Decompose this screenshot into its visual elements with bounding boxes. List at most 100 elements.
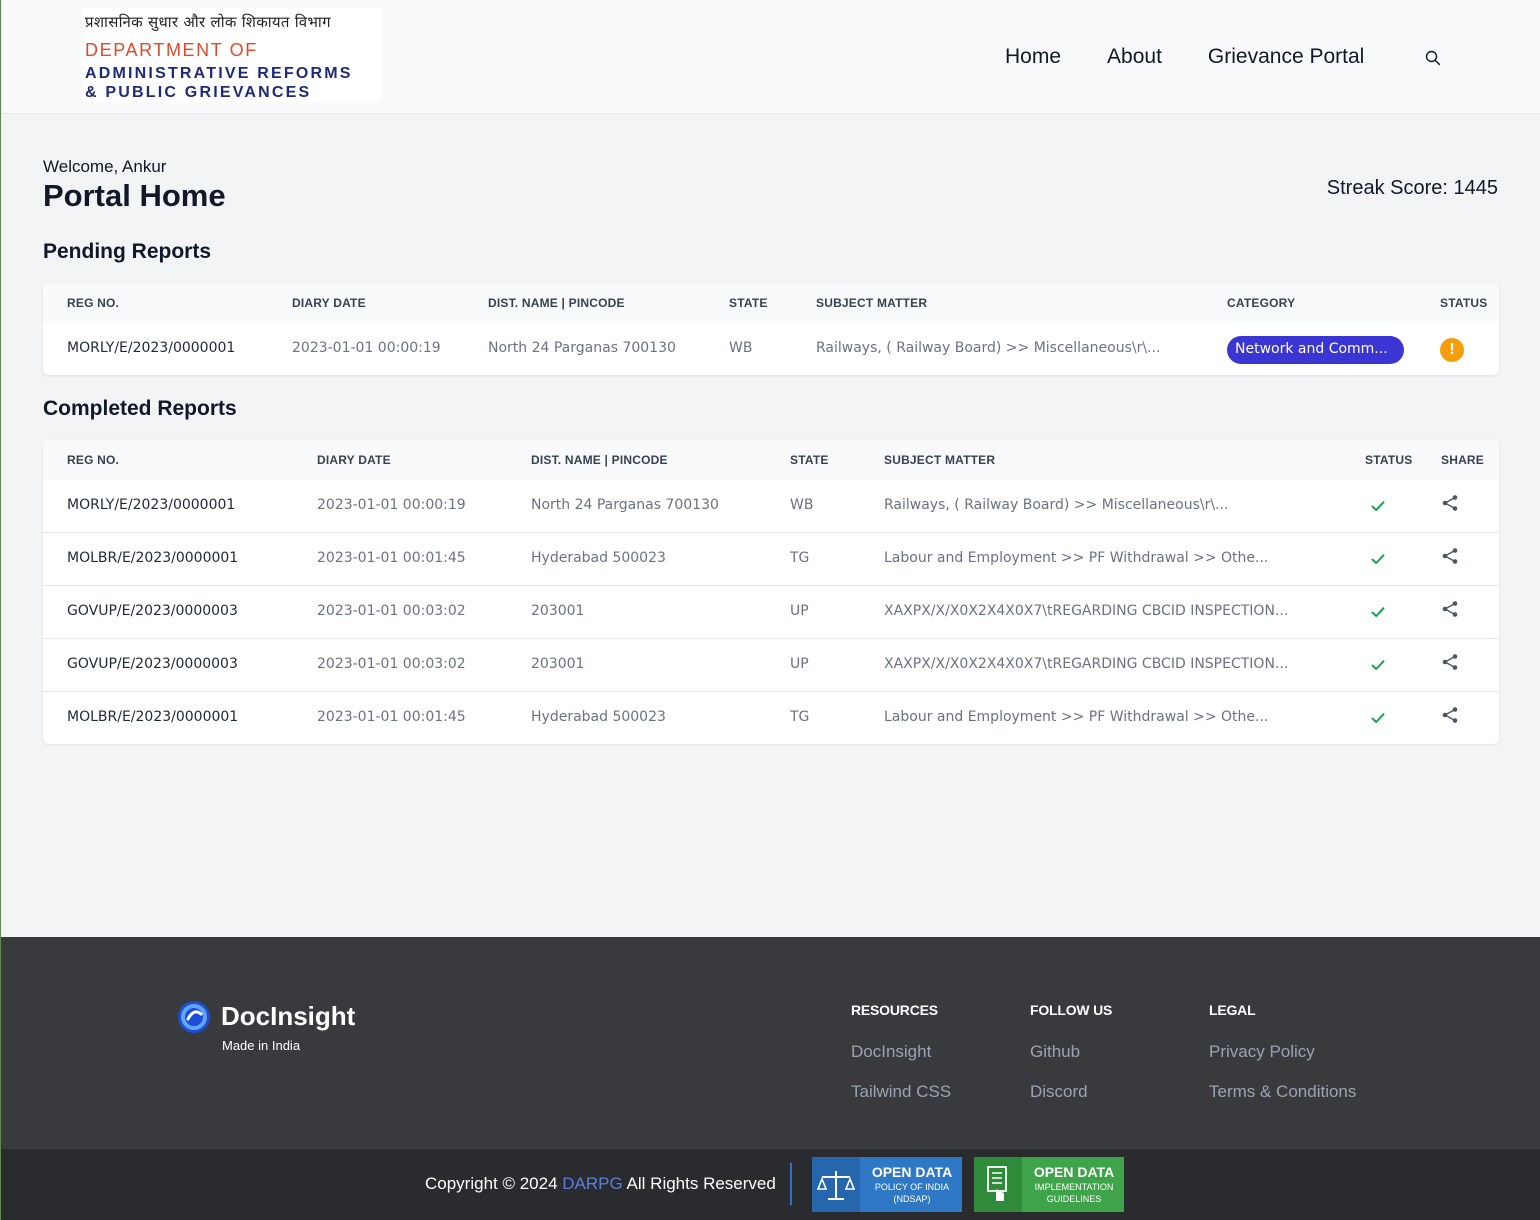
share-icon[interactable]: [1441, 494, 1459, 512]
column-header: STATUS: [1365, 453, 1413, 467]
reg-no: MORLY/E/2023/0000001: [67, 340, 236, 356]
badge-subtitle: POLICY OF INDIA: [874, 1182, 950, 1192]
subject-matter: Railways, ( Railway Board) >> Miscellane…: [884, 497, 1229, 513]
diary-date: 2023-01-01 00:01:45: [317, 709, 466, 725]
footer-column-resources: RESOURCES DocInsight Tailwind CSS: [851, 1002, 951, 1122]
scales-icon: [812, 1157, 860, 1212]
footer-column-follow-us: FOLLOW US Github Discord: [1030, 1002, 1112, 1122]
column-header: SUBJECT MATTER: [816, 296, 928, 310]
reg-no: GOVUP/E/2023/0000003: [67, 603, 238, 619]
column-header: SUBJECT MATTER: [884, 453, 996, 467]
reg-no: GOVUP/E/2023/0000003: [67, 656, 238, 672]
pending-reports-table: REG NO. DIARY DATE DIST. NAME | PINCODE …: [43, 283, 1499, 375]
copyright-org-link[interactable]: DARPG: [562, 1174, 622, 1193]
footer-link-discord[interactable]: Discord: [1030, 1082, 1112, 1102]
search-icon[interactable]: [1425, 50, 1441, 66]
nav-home[interactable]: Home: [1005, 45, 1061, 69]
page-title: Portal Home: [43, 178, 226, 213]
column-header: CATEGORY: [1227, 296, 1296, 310]
completed-reports-title: Completed Reports: [43, 397, 237, 420]
column-header: STATE: [790, 453, 829, 467]
footer-column-legal: LEGAL Privacy Policy Terms & Conditions: [1209, 1002, 1356, 1122]
diary-date: 2023-01-01 00:00:19: [292, 340, 441, 356]
reg-no: MOLBR/E/2023/0000001: [67, 550, 239, 566]
logo-hindi-text: प्रशासनिक सुधार और लोक शिकायत विभाग: [85, 13, 331, 31]
brand-name[interactable]: DocInsight: [221, 1001, 355, 1032]
table-row[interactable]: MOLBR/E/2023/0000001 2023-01-01 00:01:45…: [43, 692, 1499, 745]
footer-link-tailwind[interactable]: Tailwind CSS: [851, 1082, 951, 1102]
badge-subtitle: GUIDELINES: [1046, 1194, 1102, 1204]
divider: [790, 1163, 792, 1205]
share-icon[interactable]: [1441, 706, 1459, 724]
dist-pincode: Hyderabad 500023: [531, 709, 666, 725]
state: TG: [790, 709, 810, 725]
brand-tagline: Made in India: [222, 1038, 301, 1053]
reg-no: MORLY/E/2023/0000001: [67, 497, 236, 513]
footer-link-terms[interactable]: Terms & Conditions: [1209, 1082, 1356, 1102]
table-row[interactable]: MOLBR/E/2023/0000001 2023-01-01 00:01:45…: [43, 533, 1499, 586]
table-row[interactable]: MORLY/E/2023/0000001 2023-01-01 00:00:19…: [43, 323, 1499, 376]
subject-matter: XAXPX/X/X0X2X4X0X7\tREGARDING CBCID INSP…: [884, 656, 1289, 672]
check-icon: [1371, 554, 1385, 564]
column-header: STATE: [729, 296, 768, 310]
completed-reports-table: REG NO. DIARY DATE DIST. NAME | PINCODE …: [43, 440, 1499, 744]
copyright-suffix: All Rights Reserved: [626, 1174, 776, 1193]
state: UP: [790, 656, 809, 672]
open-data-policy-badge[interactable]: OPEN DATA POLICY OF INDIA (NDSAP): [812, 1157, 962, 1212]
dist-pincode: North 24 Parganas 700130: [531, 497, 719, 513]
state: WB: [790, 497, 814, 513]
badge-subtitle: (NDSAP): [893, 1194, 931, 1204]
logo-line-1: DEPARTMENT OF: [85, 40, 258, 60]
footer-link-github[interactable]: Github: [1030, 1042, 1112, 1062]
check-icon: [1371, 713, 1385, 723]
logo-line-3: & PUBLIC GRIEVANCES: [85, 84, 312, 101]
share-icon[interactable]: [1441, 600, 1459, 618]
share-icon[interactable]: [1441, 653, 1459, 671]
footer-column-title: LEGAL: [1209, 1002, 1256, 1018]
footer: DocInsight Made in India RESOURCES DocIn…: [1, 937, 1540, 1149]
check-icon: [1371, 660, 1385, 670]
table-row[interactable]: GOVUP/E/2023/0000003 2023-01-01 00:03:02…: [43, 639, 1499, 692]
table-row[interactable]: GOVUP/E/2023/0000003 2023-01-01 00:03:02…: [43, 586, 1499, 639]
badge-subtitle: IMPLEMENTATION: [1034, 1182, 1114, 1192]
state: TG: [790, 550, 810, 566]
diary-date: 2023-01-01 00:03:02: [317, 656, 466, 672]
top-navbar: प्रशासनिक सुधार और लोक शिकायत विभाग DEPA…: [1, 0, 1540, 114]
footer-link-docinsight[interactable]: DocInsight: [851, 1042, 951, 1062]
footer-link-privacy[interactable]: Privacy Policy: [1209, 1042, 1356, 1062]
document-hand-icon: [974, 1157, 1022, 1212]
nav-about[interactable]: About: [1107, 45, 1162, 69]
subject-matter: Railways, ( Railway Board) >> Miscellane…: [816, 340, 1161, 356]
dist-pincode: North 24 Parganas 700130: [488, 340, 676, 356]
darpg-logo[interactable]: प्रशासनिक सुधार और लोक शिकायत विभाग DEPA…: [83, 8, 381, 102]
pending-reports-title: Pending Reports: [43, 240, 212, 263]
logo-line-2: ADMINISTRATIVE REFORMS: [85, 65, 353, 82]
badge-title: OPEN DATA: [871, 1164, 953, 1180]
nav-grievance-portal[interactable]: Grievance Portal: [1208, 45, 1364, 69]
column-header: SHARE: [1441, 453, 1485, 467]
table-header: REG NO. DIARY DATE DIST. NAME | PINCODE …: [43, 440, 1499, 480]
subject-matter: XAXPX/X/X0X2X4X0X7\tREGARDING CBCID INSP…: [884, 603, 1289, 619]
state: WB: [729, 340, 753, 356]
column-header: DIST. NAME | PINCODE: [531, 453, 668, 467]
check-icon: [1371, 501, 1385, 511]
copyright-bar: Copyright © 2024 DARPG All Rights Reserv…: [1, 1149, 1540, 1220]
dist-pincode: 203001: [531, 603, 585, 619]
table-row[interactable]: MORLY/E/2023/0000001 2023-01-01 00:00:19…: [43, 480, 1499, 533]
warning-icon: !: [1440, 338, 1464, 362]
open-data-guidelines-badge[interactable]: OPEN DATA IMPLEMENTATION GUIDELINES: [974, 1157, 1124, 1212]
column-header: DIARY DATE: [292, 296, 366, 310]
column-header: DIST. NAME | PINCODE: [488, 296, 625, 310]
share-icon[interactable]: [1441, 547, 1459, 565]
category-badge[interactable]: Network and Comm...: [1227, 336, 1404, 364]
footer-column-title: RESOURCES: [851, 1002, 938, 1018]
dist-pincode: Hyderabad 500023: [531, 550, 666, 566]
column-header: DIARY DATE: [317, 453, 391, 467]
copyright-prefix: Copyright © 2024: [425, 1174, 558, 1193]
diary-date: 2023-01-01 00:01:45: [317, 550, 466, 566]
footer-column-title: FOLLOW US: [1030, 1002, 1113, 1018]
table-header: REG NO. DIARY DATE DIST. NAME | PINCODE …: [43, 283, 1499, 323]
diary-date: 2023-01-01 00:03:02: [317, 603, 466, 619]
column-header: STATUS: [1440, 296, 1488, 310]
docinsight-logo-icon[interactable]: [177, 1000, 211, 1034]
